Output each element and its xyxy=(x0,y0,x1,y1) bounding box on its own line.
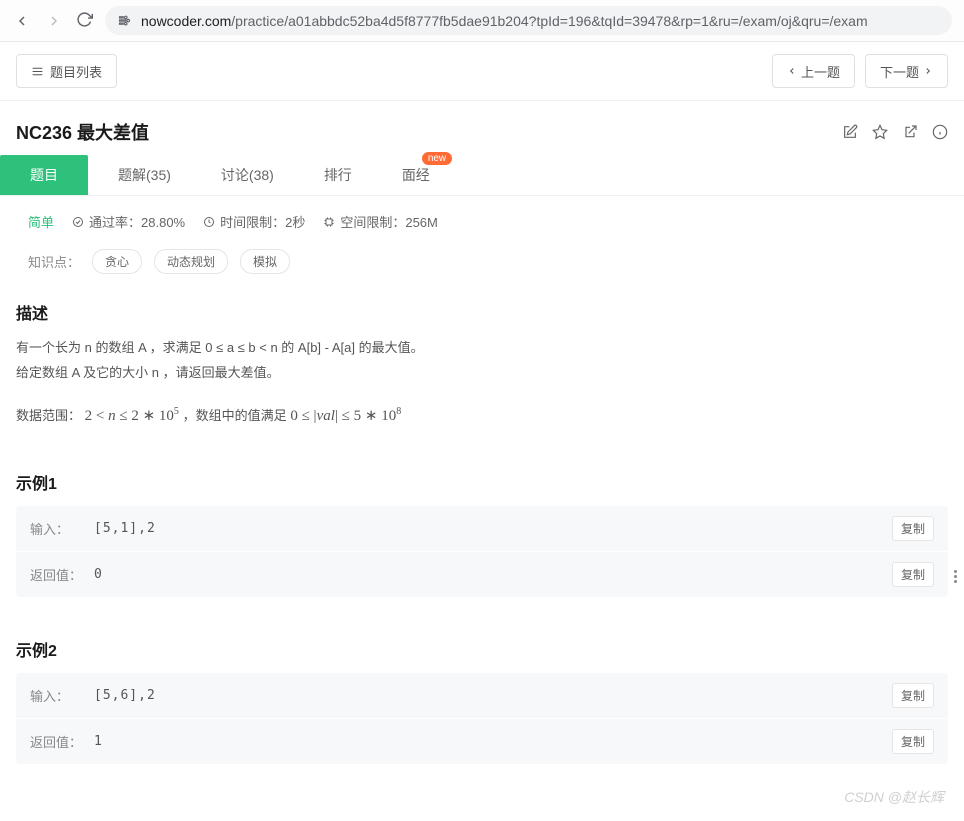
ex2-output-row: 返回值： 1 复制 xyxy=(16,718,948,764)
desc-line2: 给定数组 A 及它的大小 n ，请返回最大差值。 xyxy=(16,361,948,384)
new-badge: new xyxy=(422,152,452,165)
tabs: 题目 题解(35) 讨论(38) 排行 面经 new xyxy=(0,155,964,196)
chevron-right-icon xyxy=(923,66,933,76)
ex2-output-copy-button[interactable]: 复制 xyxy=(892,729,934,754)
browser-bar: nowcoder.com/practice/a01abbdc52ba4d5f87… xyxy=(0,0,964,42)
check-circle-icon xyxy=(72,216,84,228)
clock-icon xyxy=(203,216,215,228)
prev-problem-button[interactable]: 上一题 xyxy=(772,54,855,88)
list-icon xyxy=(31,65,44,78)
title-row: NC236 最大差值 xyxy=(0,101,964,155)
ex1-box: 输入： [5,1],2 复制 返回值： 0 复制 xyxy=(16,506,948,597)
overflow-dots-icon[interactable] xyxy=(950,570,960,583)
example2: 示例2 输入： [5,6],2 复制 返回值： 1 复制 xyxy=(0,627,964,774)
data-range: 数据范围： 2 < n ≤ 2 ∗ 105 ，数组中的值满足 0 ≤ |val|… xyxy=(16,403,948,430)
problem-nav: 上一题 下一题 xyxy=(772,54,948,88)
tag-dp[interactable]: 动态规划 xyxy=(154,249,228,274)
ex1-output-val: 0 xyxy=(94,567,892,582)
ex1-output-copy-button[interactable]: 复制 xyxy=(892,562,934,587)
ex1-input-label: 输入： xyxy=(30,519,94,538)
chevron-left-icon xyxy=(787,66,797,76)
nav-forward-icon[interactable] xyxy=(44,11,64,31)
tag-simulation[interactable]: 模拟 xyxy=(240,249,290,274)
url-text: nowcoder.com/practice/a01abbdc52ba4d5f87… xyxy=(141,13,868,29)
next-label: 下一题 xyxy=(880,62,919,81)
desc-heading: 描述 xyxy=(16,300,948,324)
timelimit: 时间限制：2秒 xyxy=(203,212,305,231)
next-problem-button[interactable]: 下一题 xyxy=(865,54,948,88)
content: NC236 最大差值 题目 题解(35) 讨论(38) 排行 面经 new 简单… xyxy=(0,101,964,774)
passrate-text: 通过率：28.80% xyxy=(89,212,185,231)
ex2-input-label: 输入： xyxy=(30,686,94,705)
meta-row: 简单 通过率：28.80% 时间限制：2秒 空间限制：256M xyxy=(0,196,964,241)
desc-line1: 有一个长为 n 的数组 A ，求满足 0 ≤ a ≤ b < n 的 A[b] … xyxy=(16,336,948,359)
info-icon[interactable] xyxy=(932,124,948,140)
watermark: CSDN @赵长辉 xyxy=(844,787,944,807)
range-prefix: 数据范围： xyxy=(16,408,81,423)
ex2-output-label: 返回值： xyxy=(30,732,94,751)
tab-problem[interactable]: 题目 xyxy=(0,155,88,195)
edit-icon[interactable] xyxy=(842,124,858,140)
description-section: 描述 有一个长为 n 的数组 A ，求满足 0 ≤ a ≤ b < n 的 A[… xyxy=(0,290,964,440)
ex2-output-val: 1 xyxy=(94,734,892,749)
share-icon[interactable] xyxy=(902,124,918,140)
difficulty: 简单 xyxy=(28,212,54,231)
ex1-output-label: 返回值： xyxy=(30,565,94,584)
tags-label: 知识点： xyxy=(28,252,80,271)
ex2-input-val: [5,6],2 xyxy=(94,688,892,703)
prev-label: 上一题 xyxy=(801,62,840,81)
math-val-range: 0 ≤ |val| ≤ 5 ∗ 108 xyxy=(290,408,401,424)
math-n-range: 2 < n ≤ 2 ∗ 105 xyxy=(85,408,183,424)
passrate: 通过率：28.80% xyxy=(72,212,185,231)
tab-interview-label: 面经 xyxy=(402,167,430,183)
ex1-heading: 示例1 xyxy=(16,470,948,494)
page-top-bar: 题目列表 上一题 下一题 xyxy=(0,42,964,101)
tab-solution[interactable]: 题解(35) xyxy=(118,155,171,195)
nav-back-icon[interactable] xyxy=(12,11,32,31)
example1: 示例1 输入： [5,1],2 复制 返回值： 0 复制 xyxy=(0,460,964,607)
ex1-output-row: 返回值： 0 复制 xyxy=(16,551,948,597)
ex1-input-copy-button[interactable]: 复制 xyxy=(892,516,934,541)
memory-icon xyxy=(323,216,335,228)
ex1-input-row: 输入： [5,1],2 复制 xyxy=(16,506,948,551)
desc-text: 有一个长为 n 的数组 A ，求满足 0 ≤ a ≤ b < n 的 A[b] … xyxy=(16,336,948,430)
url-bar[interactable]: nowcoder.com/practice/a01abbdc52ba4d5f87… xyxy=(105,6,952,35)
ex2-input-row: 输入： [5,6],2 复制 xyxy=(16,673,948,718)
ex2-heading: 示例2 xyxy=(16,637,948,661)
tab-interview[interactable]: 面经 new xyxy=(402,155,430,195)
star-icon[interactable] xyxy=(872,124,888,140)
site-settings-icon[interactable] xyxy=(117,13,133,29)
ex2-box: 输入： [5,6],2 复制 返回值： 1 复制 xyxy=(16,673,948,764)
problem-title: NC236 最大差值 xyxy=(16,119,149,145)
memlimit-text: 空间限制：256M xyxy=(340,212,438,231)
timelimit-text: 时间限制：2秒 xyxy=(220,212,305,231)
ex2-input-copy-button[interactable]: 复制 xyxy=(892,683,934,708)
tab-rank[interactable]: 排行 xyxy=(324,155,352,195)
problem-list-button[interactable]: 题目列表 xyxy=(16,54,117,88)
problem-list-label: 题目列表 xyxy=(50,62,102,81)
memlimit: 空间限制：256M xyxy=(323,212,438,231)
ex1-input-val: [5,1],2 xyxy=(94,521,892,536)
tag-greedy[interactable]: 贪心 xyxy=(92,249,142,274)
title-actions xyxy=(842,124,948,140)
tags-row: 知识点： 贪心 动态规划 模拟 xyxy=(0,241,964,290)
reload-icon[interactable] xyxy=(76,11,93,31)
range-mid: ，数组中的值满足 xyxy=(183,408,287,423)
tab-discuss[interactable]: 讨论(38) xyxy=(221,155,274,195)
